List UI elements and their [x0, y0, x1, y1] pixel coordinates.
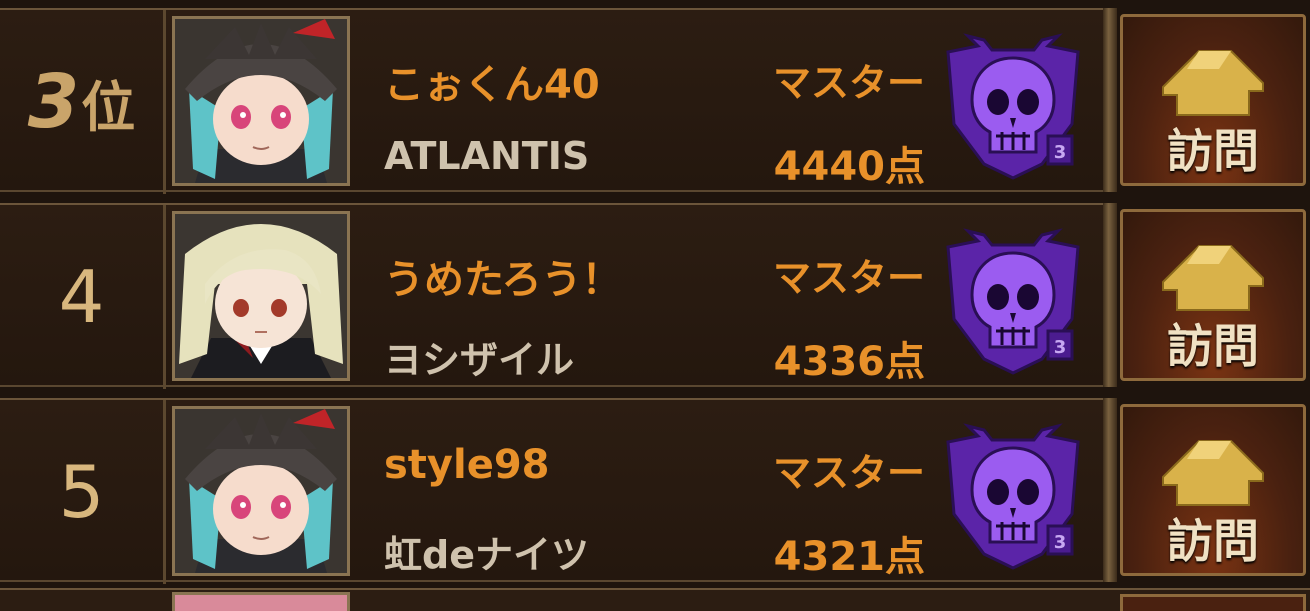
master-skull-badge-icon: 3 [946, 33, 1080, 180]
tier-label: マスター [772, 256, 925, 300]
home-icon [1162, 50, 1264, 116]
master-skull-badge-icon: 3 [946, 228, 1080, 375]
rank-label: 3位 [0, 10, 166, 194]
ranking-row: 5 style98 虹deナイツ マスター 4321点 3 訪問 [0, 398, 1310, 584]
score-value: 4321点 [773, 534, 925, 580]
player-name: style98 [384, 442, 550, 488]
visit-button[interactable]: 訪問 [1120, 404, 1306, 576]
visit-button[interactable]: 訪問 [1120, 209, 1306, 381]
player-name: うめたろう！ [384, 257, 622, 303]
blonde-hair-avatar-icon [172, 211, 350, 381]
ranking-row-partial [0, 588, 1310, 611]
ranking-row-panel: 3位 こぉくん40 ATLANTIS マスター 4440点 3 [0, 8, 1103, 194]
visit-button[interactable] [1120, 594, 1306, 611]
ranking-row-panel: 5 style98 虹deナイツ マスター 4321点 3 [0, 398, 1103, 584]
guild-name: 虹deナイツ [384, 533, 589, 577]
knight-helmet-avatar-icon [172, 406, 350, 576]
row-divider [1103, 203, 1117, 387]
ranking-row-panel: 4 うめたろう！ ヨシザイル マスター 4336点 3 [0, 203, 1103, 389]
svg-text:3: 3 [1054, 337, 1067, 358]
knight-helmet-avatar-icon [172, 16, 350, 186]
visit-label: 訪問 [1167, 319, 1259, 373]
rank-label: 4 [0, 205, 166, 389]
tier-label: マスター [772, 451, 925, 495]
ranking-row: 4 うめたろう！ ヨシザイル マスター 4336点 3 訪問 [0, 203, 1310, 389]
avatar [172, 592, 350, 611]
home-icon [1162, 245, 1264, 311]
visit-label: 訪問 [1167, 514, 1259, 568]
master-skull-badge-icon: 3 [946, 423, 1080, 570]
ranking-row: 3位 こぉくん40 ATLANTIS マスター 4440点 3 訪問 [0, 8, 1310, 194]
rank-suffix: 位 [81, 75, 136, 139]
visit-label: 訪問 [1167, 124, 1259, 178]
home-icon [1162, 440, 1264, 506]
score-value: 4336点 [773, 339, 925, 385]
player-name: こぉくん40 [384, 62, 600, 108]
svg-text:3: 3 [1054, 532, 1067, 553]
visit-button[interactable]: 訪問 [1120, 14, 1306, 186]
rank-number: 5 [58, 450, 105, 534]
rank-number: 3 [27, 59, 80, 145]
svg-text:3: 3 [1054, 142, 1067, 163]
score-value: 4440点 [773, 144, 925, 190]
row-divider [1103, 398, 1117, 582]
tier-label: マスター [772, 61, 925, 105]
guild-name: ATLANTIS [384, 134, 590, 178]
rank-number: 4 [58, 255, 105, 339]
row-divider [1103, 8, 1117, 192]
guild-name: ヨシザイル [384, 338, 575, 382]
rank-label: 5 [0, 400, 166, 584]
